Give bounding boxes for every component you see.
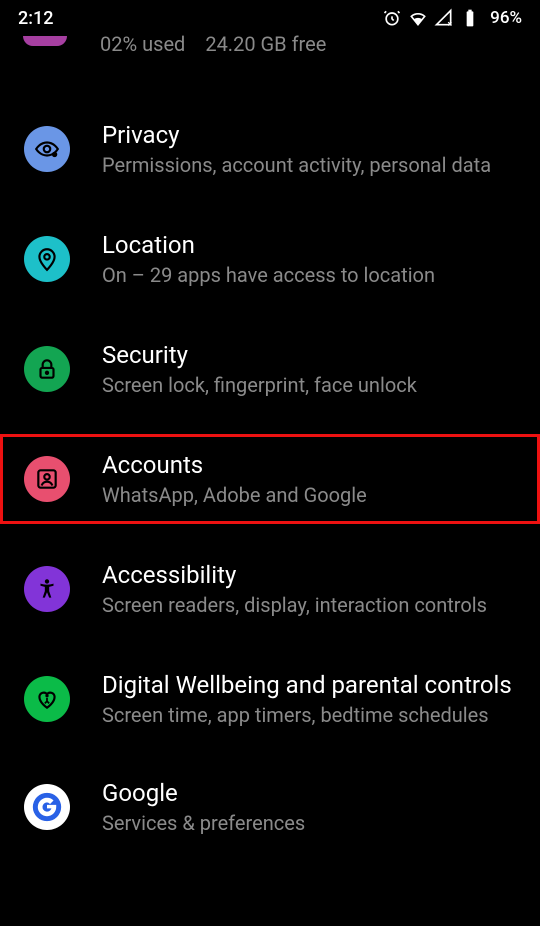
storage-free-text: 24.20 GB free (205, 32, 326, 56)
privacy-subtitle: Permissions, account activity, personal … (102, 152, 512, 178)
accounts-icon (24, 456, 70, 502)
security-subtitle: Screen lock, fingerprint, face unlock (102, 372, 512, 398)
storage-used-text: 02% used (100, 32, 185, 56)
location-icon (24, 236, 70, 282)
wellbeing-title: Digital Wellbeing and parental controls (102, 670, 512, 700)
settings-list: Privacy Permissions, account activity, p… (0, 104, 540, 842)
status-bar: 2:12 96% (0, 0, 540, 36)
accessibility-subtitle: Screen readers, display, interaction con… (102, 592, 512, 618)
settings-item-privacy[interactable]: Privacy Permissions, account activity, p… (0, 104, 540, 194)
wellbeing-subtitle: Screen time, app timers, bedtime schedul… (102, 702, 512, 728)
storage-row-cutoff[interactable]: 02% used 24.20 GB free (0, 32, 540, 56)
location-title: Location (102, 230, 512, 260)
privacy-title: Privacy (102, 120, 512, 150)
settings-item-accessibility[interactable]: Accessibility Screen readers, display, i… (0, 544, 540, 634)
settings-item-google[interactable]: Google Services & preferences (0, 764, 540, 842)
alarm-icon (382, 8, 402, 28)
status-time: 2:12 (18, 8, 53, 29)
google-icon (24, 784, 70, 830)
settings-item-accounts[interactable]: Accounts WhatsApp, Adobe and Google (0, 434, 540, 524)
google-title: Google (102, 778, 512, 808)
battery-percent: 96% (490, 8, 522, 28)
location-subtitle: On – 29 apps have access to location (102, 262, 512, 288)
security-title: Security (102, 340, 512, 370)
privacy-icon (24, 126, 70, 172)
security-icon (24, 346, 70, 392)
wifi-icon (408, 8, 428, 28)
accounts-title: Accounts (102, 450, 512, 480)
battery-icon (460, 8, 480, 28)
storage-icon-cutoff (23, 36, 67, 46)
settings-item-security[interactable]: Security Screen lock, fingerprint, face … (0, 324, 540, 414)
cellular-icon (434, 8, 454, 28)
status-indicators: 96% (382, 8, 522, 28)
google-subtitle: Services & preferences (102, 810, 512, 836)
settings-item-location[interactable]: Location On – 29 apps have access to loc… (0, 214, 540, 304)
wellbeing-icon (24, 676, 70, 722)
accessibility-icon (24, 566, 70, 612)
settings-item-wellbeing[interactable]: Digital Wellbeing and parental controls … (0, 654, 540, 744)
accessibility-title: Accessibility (102, 560, 512, 590)
accounts-subtitle: WhatsApp, Adobe and Google (102, 482, 512, 508)
